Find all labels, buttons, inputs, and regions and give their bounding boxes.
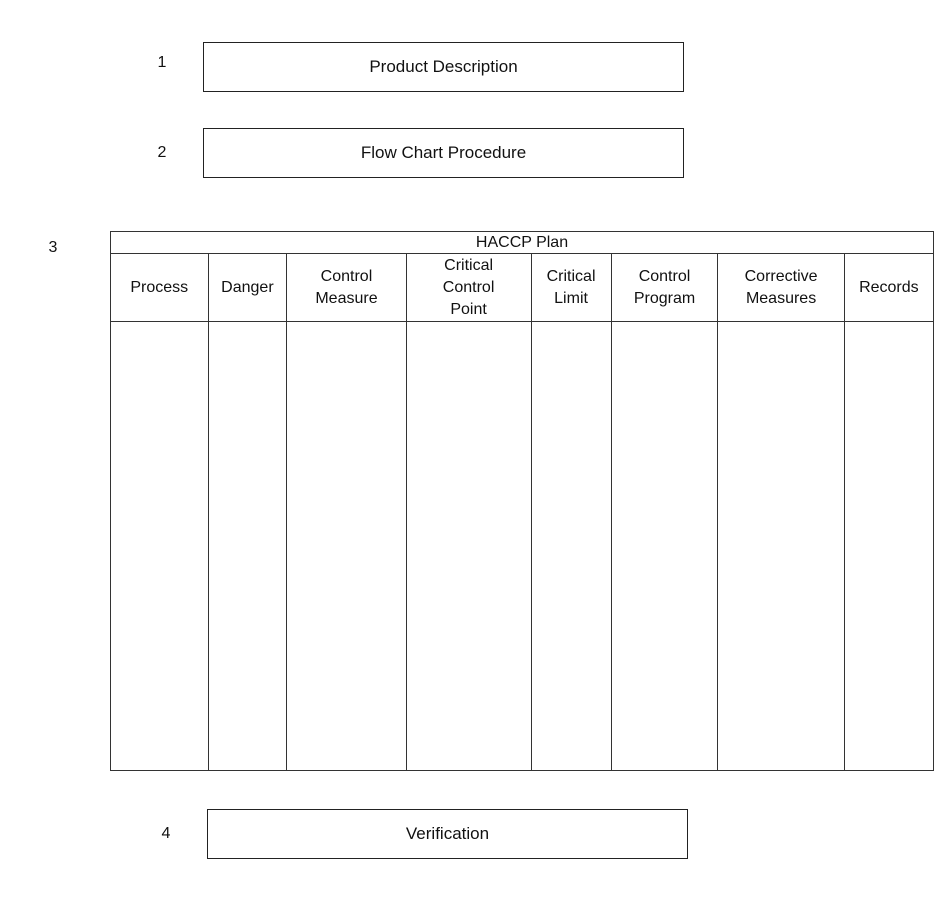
flow-chart-procedure-box: Flow Chart Procedure [203, 128, 684, 178]
column-header: Process [110, 253, 209, 322]
table-cell [610, 321, 719, 771]
box-label: Flow Chart Procedure [360, 143, 527, 162]
table-title: HACCP Plan [110, 231, 934, 254]
column-header: Records [843, 253, 934, 322]
product-description-box: Product Description [203, 42, 684, 92]
table-cell [110, 321, 209, 771]
table-cell [286, 321, 407, 771]
box-label: Product Description [369, 57, 518, 76]
step-number-1: 1 [157, 54, 167, 71]
table-cell [530, 321, 612, 771]
step-number-2: 2 [157, 144, 167, 161]
box-label: Verification [405, 824, 490, 843]
table-cell [405, 321, 532, 771]
verification-box: Verification [207, 809, 688, 859]
column-header: Control Measure [286, 253, 407, 322]
column-header: Control Program [610, 253, 719, 322]
table-row [110, 321, 934, 771]
table-cell [843, 321, 934, 771]
column-header: Corrective Measures [717, 253, 845, 322]
table-cell [717, 321, 845, 771]
table-cell [207, 321, 288, 771]
column-header: Critical Control Point [405, 253, 532, 322]
step-number-3: 3 [48, 239, 58, 256]
step-number-4: 4 [161, 825, 171, 842]
header-row: Process Danger Control Measure Critical … [110, 253, 934, 322]
column-header: Danger [207, 253, 288, 322]
column-header: Critical Limit [530, 253, 612, 322]
haccp-plan-table: HACCP Plan Process Danger Control Measur… [110, 231, 934, 771]
